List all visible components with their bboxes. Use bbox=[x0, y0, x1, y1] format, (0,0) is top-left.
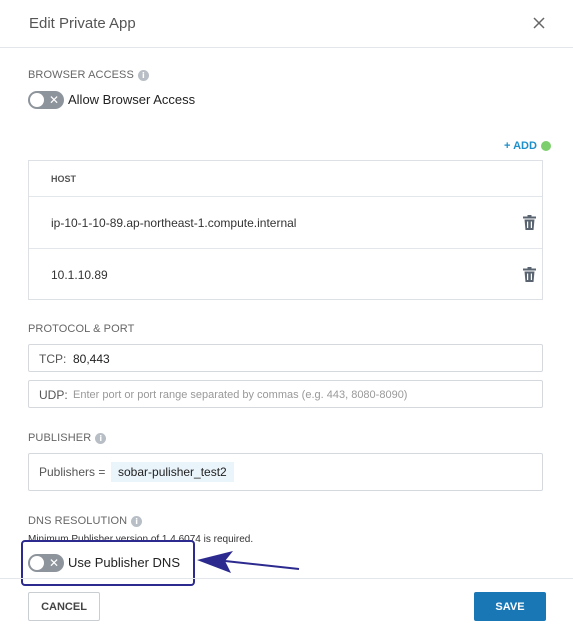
toggle-knob bbox=[30, 93, 44, 107]
cancel-button[interactable]: CANCEL bbox=[28, 592, 100, 621]
toggle-off-icon: ✕ bbox=[49, 93, 60, 107]
table-row: ip-10-1-10-89.ap-northeast-1.compute.int… bbox=[29, 197, 542, 249]
trash-icon[interactable] bbox=[523, 215, 536, 230]
dialog-header: Edit Private App bbox=[0, 0, 573, 48]
publisher-select[interactable]: Publishers = sobar-pulisher_test2 bbox=[28, 453, 543, 491]
status-dot-icon bbox=[540, 141, 551, 151]
info-icon[interactable]: i bbox=[137, 69, 149, 81]
info-icon[interactable]: i bbox=[95, 432, 107, 444]
tcp-port-input[interactable]: TCP: 80,443 bbox=[28, 344, 543, 372]
udp-placeholder: Enter port or port range separated by co… bbox=[73, 389, 408, 401]
tcp-prefix: TCP: bbox=[39, 352, 67, 366]
table-row: 10.1.10.89 bbox=[29, 249, 542, 301]
close-icon[interactable] bbox=[530, 14, 548, 32]
annotation-arrow-icon bbox=[197, 551, 300, 573]
dialog-footer: CANCEL SAVE bbox=[0, 578, 573, 633]
host-column-header: HOST bbox=[29, 161, 542, 197]
tcp-value: 80,443 bbox=[73, 352, 110, 366]
publisher-chip[interactable]: sobar-pulisher_test2 bbox=[111, 462, 234, 482]
dns-resolution-label: DNS RESOLUTION i bbox=[28, 515, 143, 527]
publisher-prefix: Publishers = bbox=[39, 465, 106, 479]
udp-prefix: UDP: bbox=[39, 388, 68, 402]
trash-icon[interactable] bbox=[523, 267, 536, 282]
browser-access-label: BROWSER ACCESS i bbox=[28, 69, 149, 81]
add-host-button[interactable]: + ADD bbox=[504, 140, 551, 152]
info-icon[interactable]: i bbox=[131, 515, 143, 527]
save-button[interactable]: SAVE bbox=[474, 592, 546, 621]
edit-private-app-dialog: Edit Private App BROWSER ACCESS i ✕ Allo… bbox=[0, 0, 573, 633]
host-table: HOST ip-10-1-10-89.ap-northeast-1.comput… bbox=[28, 160, 543, 300]
publisher-label: PUBLISHER i bbox=[28, 432, 107, 444]
allow-browser-access-toggle[interactable]: ✕ bbox=[28, 91, 64, 109]
udp-port-input[interactable]: UDP: Enter port or port range separated … bbox=[28, 380, 543, 408]
host-value[interactable]: ip-10-1-10-89.ap-northeast-1.compute.int… bbox=[51, 216, 296, 230]
allow-browser-access-label: Allow Browser Access bbox=[68, 92, 196, 107]
host-value[interactable]: 10.1.10.89 bbox=[51, 268, 108, 282]
dialog-title: Edit Private App bbox=[29, 15, 136, 32]
protocol-port-label: PROTOCOL & PORT bbox=[28, 323, 135, 335]
